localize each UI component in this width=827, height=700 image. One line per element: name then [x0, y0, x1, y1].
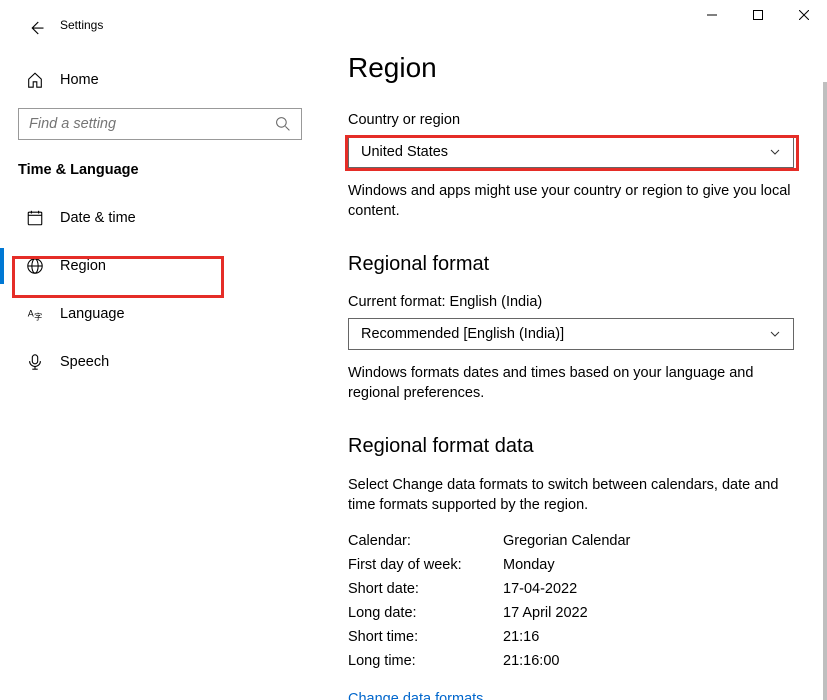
sidebar-item-label: Date & time	[60, 210, 136, 226]
row-key: First day of week:	[348, 557, 503, 573]
change-data-formats-link[interactable]: Change data formats	[348, 691, 483, 700]
content-area: Region Country or region United States W…	[320, 32, 827, 700]
row-key: Calendar:	[348, 533, 503, 549]
table-row: Short date: 17-04-2022	[348, 581, 799, 597]
sidebar-item-label: Home	[60, 72, 99, 88]
globe-icon	[26, 257, 44, 275]
row-key: Long date:	[348, 605, 503, 621]
sidebar-item-label: Region	[60, 258, 106, 274]
row-key: Short time:	[348, 629, 503, 645]
sidebar: Home Time & Language Date & time Region …	[0, 32, 320, 700]
table-row: First day of week: Monday	[348, 557, 799, 573]
country-dropdown[interactable]: United States	[348, 136, 794, 168]
search-field[interactable]	[29, 116, 275, 132]
chevron-down-icon	[769, 146, 781, 158]
format-data-table: Calendar: Gregorian Calendar First day o…	[348, 533, 799, 669]
sidebar-item-speech[interactable]: Speech	[18, 342, 302, 382]
chevron-down-icon	[769, 328, 781, 340]
format-data-heading: Regional format data	[348, 435, 799, 458]
page-title: Region	[348, 52, 799, 84]
row-val: 17-04-2022	[503, 581, 577, 597]
sidebar-item-date-time[interactable]: Date & time	[18, 198, 302, 238]
svg-text:字: 字	[34, 311, 42, 321]
minimize-button[interactable]	[689, 0, 735, 30]
row-val: 17 April 2022	[503, 605, 588, 621]
back-button[interactable]	[24, 16, 48, 40]
scrollbar[interactable]	[823, 82, 827, 700]
window-title: Settings	[60, 18, 103, 32]
regional-format-value: Recommended [English (India)]	[361, 326, 564, 342]
language-icon: A字	[26, 305, 44, 323]
sidebar-item-region[interactable]: Region	[18, 246, 302, 286]
sidebar-item-label: Language	[60, 306, 125, 322]
microphone-icon	[26, 353, 44, 371]
regional-format-help: Windows formats dates and times based on…	[348, 364, 794, 403]
row-val: Monday	[503, 557, 555, 573]
row-key: Short date:	[348, 581, 503, 597]
country-help: Windows and apps might use your country …	[348, 182, 794, 221]
home-icon	[26, 71, 44, 89]
row-val: 21:16	[503, 629, 539, 645]
row-key: Long time:	[348, 653, 503, 669]
calendar-icon	[26, 209, 44, 227]
table-row: Short time: 21:16	[348, 629, 799, 645]
sidebar-section-title: Time & Language	[18, 162, 302, 178]
sidebar-item-language[interactable]: A字 Language	[18, 294, 302, 334]
regional-format-heading: Regional format	[348, 253, 799, 276]
maximize-button[interactable]	[735, 0, 781, 30]
sidebar-item-home[interactable]: Home	[18, 60, 302, 100]
search-icon	[275, 116, 291, 132]
row-val: Gregorian Calendar	[503, 533, 630, 549]
format-data-help: Select Change data formats to switch bet…	[348, 476, 794, 515]
table-row: Calendar: Gregorian Calendar	[348, 533, 799, 549]
country-label: Country or region	[348, 112, 799, 128]
country-value: United States	[361, 144, 448, 160]
close-button[interactable]	[781, 0, 827, 30]
sidebar-item-label: Speech	[60, 354, 109, 370]
current-format-label: Current format: English (India)	[348, 294, 799, 310]
regional-format-dropdown[interactable]: Recommended [English (India)]	[348, 318, 794, 350]
row-val: 21:16:00	[503, 653, 559, 669]
search-input[interactable]	[18, 108, 302, 140]
table-row: Long time: 21:16:00	[348, 653, 799, 669]
table-row: Long date: 17 April 2022	[348, 605, 799, 621]
svg-text:A: A	[28, 309, 34, 319]
